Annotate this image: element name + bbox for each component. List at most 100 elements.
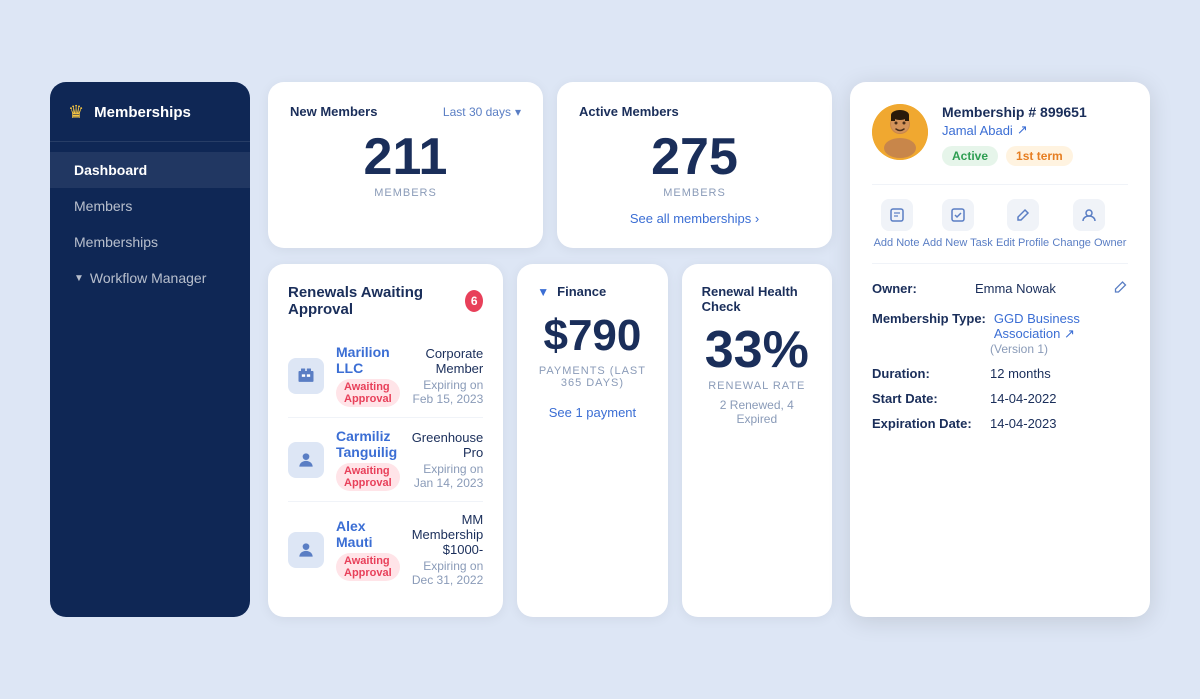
renewal-expiry: Expiring on Jan 14, 2023 [412, 462, 484, 490]
owner-value: Emma Nowak [975, 281, 1056, 296]
health-detail: 2 Renewed, 4 Expired [702, 398, 812, 426]
renewal-name[interactable]: Alex Mauti [336, 518, 400, 550]
renewal-item: Alex Mauti Awaiting Approval MM Membersh… [288, 502, 483, 597]
see-payment-link[interactable]: See 1 payment [537, 405, 647, 420]
health-title: Renewal Health Check [702, 284, 812, 314]
chevron-down-icon: ▾ [515, 105, 521, 119]
renewal-item: Marilion LLC Awaiting Approval Corporate… [288, 334, 483, 418]
sidebar-item-members[interactable]: Members [50, 188, 250, 224]
active-members-label: Active Members [579, 104, 679, 119]
detail-info: Membership # 899651 Jamal Abadi ↗ Active… [942, 104, 1087, 166]
finance-sub: PAYMENTS (LAST 365 DAYS) [537, 365, 647, 389]
new-members-sub: MEMBERS [290, 187, 521, 199]
status-badges: Active 1st term [942, 146, 1087, 166]
crown-icon: ♛ [68, 102, 84, 123]
see-all-memberships-link[interactable]: See all memberships › [579, 211, 810, 226]
awaiting-badge: Awaiting Approval [336, 553, 400, 581]
active-badge: Active [942, 146, 998, 166]
add-task-button[interactable]: Add New Task [923, 199, 993, 249]
add-note-button[interactable]: Add Note [874, 199, 920, 249]
renewal-info: Carmiliz Tanguilig Awaiting Approval [336, 428, 400, 491]
main-area: New Members Last 30 days ▾ 211 MEMBERS A… [268, 82, 832, 617]
membership-type-value[interactable]: GGD Business Association ↗ [994, 311, 1128, 342]
add-task-icon [942, 199, 974, 231]
renewal-name[interactable]: Carmiliz Tanguilig [336, 428, 400, 460]
sidebar-item-dashboard[interactable]: Dashboard [50, 152, 250, 188]
finance-arrow-icon[interactable]: ▼ [537, 285, 549, 299]
renewal-type: Greenhouse Pro Expiring on Jan 14, 2023 [412, 430, 484, 490]
new-members-label: New Members [290, 104, 377, 119]
renewals-card: Renewals Awaiting Approval 6 Marilion LL… [268, 264, 503, 617]
expiration-date-value: 14-04-2023 [990, 416, 1057, 431]
health-card: Renewal Health Check 33% RENEWAL RATE 2 … [682, 264, 832, 617]
duration-label: Duration: [872, 366, 982, 381]
start-date-label: Start Date: [872, 391, 982, 406]
edit-profile-button[interactable]: Edit Profile [996, 199, 1049, 249]
expiration-date-field: Expiration Date: 14-04-2023 [872, 416, 1128, 431]
finance-title[interactable]: Finance [557, 284, 606, 299]
duration-value: 12 months [990, 366, 1051, 381]
renewal-type-name: MM Membership $1000- [412, 512, 484, 557]
renewals-badge: 6 [465, 290, 483, 312]
expiration-date-label: Expiration Date: [872, 416, 982, 431]
member-detail-panel: Membership # 899651 Jamal Abadi ↗ Active… [850, 82, 1150, 617]
active-members-sub: MEMBERS [579, 187, 810, 199]
sidebar-header: ♛ Memberships [50, 102, 250, 142]
new-members-header: New Members Last 30 days ▾ [290, 104, 521, 119]
change-owner-button[interactable]: Change Owner [1052, 199, 1126, 249]
renewal-type-name: Greenhouse Pro [412, 430, 484, 460]
action-buttons: Add Note Add New Task Edit Profile Chang… [872, 184, 1128, 264]
new-members-count: 211 [290, 131, 521, 183]
renewals-title: Renewals Awaiting Approval [288, 284, 455, 318]
sidebar-item-workflow[interactable]: ▼ Workflow Manager [50, 260, 250, 296]
membership-version: (Version 1) [990, 342, 1048, 356]
edit-owner-icon[interactable] [1114, 280, 1128, 297]
start-date-value: 14-04-2022 [990, 391, 1057, 406]
renewal-expiry: Expiring on Feb 15, 2023 [412, 378, 484, 406]
workflow-label: Workflow Manager [90, 270, 206, 286]
renewal-info: Marilion LLC Awaiting Approval [336, 344, 400, 407]
new-members-card: New Members Last 30 days ▾ 211 MEMBERS [268, 82, 543, 248]
owner-row: Owner: Emma Nowak [872, 280, 1128, 297]
membership-number: Membership # 899651 [942, 104, 1087, 120]
renewal-avatar [288, 442, 324, 478]
add-task-label: Add New Task [923, 237, 993, 249]
edit-profile-icon [1007, 199, 1039, 231]
renewal-item: Carmiliz Tanguilig Awaiting Approval Gre… [288, 418, 483, 502]
sidebar: ♛ Memberships Dashboard Members Membersh… [50, 82, 250, 617]
membership-type-row: Membership Type: GGD Business Associatio… [872, 311, 1128, 342]
member-name-link[interactable]: Jamal Abadi ↗ [942, 122, 1087, 138]
finance-header: ▼ Finance [537, 284, 647, 299]
finance-card: ▼ Finance $790 PAYMENTS (LAST 365 DAYS) … [517, 264, 667, 617]
duration-field: Duration: 12 months [872, 366, 1128, 381]
active-members-card: Active Members 275 MEMBERS See all membe… [557, 82, 832, 248]
middle-row: Renewals Awaiting Approval 6 Marilion LL… [268, 264, 832, 617]
renewals-header: Renewals Awaiting Approval 6 [288, 284, 483, 318]
active-members-header: Active Members [579, 104, 810, 119]
awaiting-badge: Awaiting Approval [336, 379, 400, 407]
edit-profile-label: Edit Profile [996, 237, 1049, 249]
sidebar-title: Memberships [94, 104, 191, 121]
sidebar-item-memberships[interactable]: Memberships [50, 224, 250, 260]
owner-label: Owner: [872, 281, 917, 296]
avatar [872, 104, 928, 160]
renewal-expiry: Expiring on Dec 31, 2022 [412, 559, 484, 587]
renewal-name[interactable]: Marilion LLC [336, 344, 400, 376]
duration-row: Duration: 12 months [872, 366, 1128, 381]
start-date-field: Start Date: 14-04-2022 [872, 391, 1128, 406]
workflow-arrow-icon: ▼ [74, 273, 84, 284]
membership-type-field: Membership Type: GGD Business Associatio… [872, 311, 1128, 356]
active-members-count: 275 [579, 131, 810, 183]
start-date-row: Start Date: 14-04-2022 [872, 391, 1128, 406]
term-badge: 1st term [1006, 146, 1073, 166]
add-note-icon [881, 199, 913, 231]
finance-amount: $790 [537, 311, 647, 361]
membership-version-row: (Version 1) [872, 342, 1128, 356]
change-owner-icon [1073, 199, 1105, 231]
health-sub: RENEWAL RATE [702, 380, 812, 392]
add-note-label: Add Note [874, 237, 920, 249]
membership-type-label: Membership Type: [872, 311, 986, 326]
detail-header: Membership # 899651 Jamal Abadi ↗ Active… [872, 104, 1128, 166]
new-members-period[interactable]: Last 30 days ▾ [443, 105, 521, 119]
renewal-type: Corporate Member Expiring on Feb 15, 202… [412, 346, 484, 406]
